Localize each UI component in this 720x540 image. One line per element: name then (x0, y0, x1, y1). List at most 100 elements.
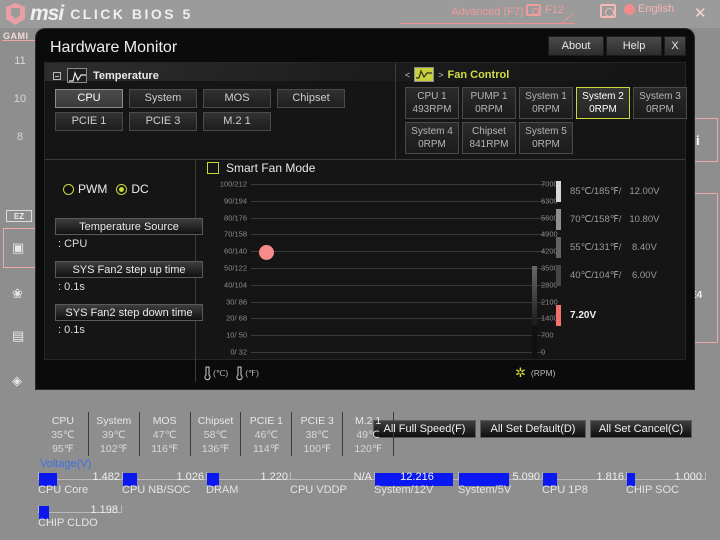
screenshot-label: F12 (545, 4, 564, 16)
dc-radio[interactable] (116, 183, 128, 195)
chart-y-left-tick: 60/140 (224, 246, 247, 256)
voltage-value: 1.000 (674, 471, 702, 483)
voltage-item-cpu-core[interactable]: 1.482 CPU Core (38, 470, 122, 496)
temp-tab-pcie1[interactable]: PCIE 1 (55, 112, 123, 131)
temp-f: 116℉ (151, 443, 179, 455)
fan-curve-point[interactable] (259, 245, 274, 260)
hardware-monitor-dialog: Hardware Monitor About Help X Temperatur… (36, 29, 694, 438)
thermometer-celsius-icon (203, 366, 211, 381)
voltage-item-chip-soc[interactable]: 1.000 CHIP SOC (626, 470, 710, 496)
temperature-source-button[interactable]: Temperature Source (55, 218, 203, 235)
smart-fan-label: Smart Fan Mode (226, 161, 316, 175)
voltage-item-dram[interactable]: 1.220 DRAM (206, 470, 290, 496)
sidebar-number-0: 11 (14, 55, 26, 67)
fan-name: System 1 (525, 91, 567, 102)
voltage-name: CPU Core (38, 484, 89, 496)
all-set-cancel-button[interactable]: All Set Cancel(C) (590, 420, 692, 438)
chart-y-left-tick: 80/176 (224, 213, 247, 223)
fan-button-system3[interactable]: System 3 0RPM (633, 87, 687, 119)
fan-blade-icon: ✲ (515, 365, 526, 380)
temp-f: 136℉ (201, 443, 230, 455)
temp-name: Chipset (197, 415, 234, 427)
fan-button-system2[interactable]: System 2 0RPM (576, 87, 630, 119)
bios-close-icon[interactable]: ✕ (694, 4, 707, 22)
fan-rpm: 0RPM (418, 139, 446, 150)
rpm-axis-legend: ✲ (RPM) (515, 366, 555, 379)
voltage-name: System/12V (374, 484, 434, 496)
temp-tab-cpu[interactable]: CPU (55, 89, 123, 108)
msi-brand: msi (30, 2, 64, 25)
fan-button-cpu1[interactable]: CPU 1 493RPM (405, 87, 459, 119)
sidebar-numbers: 11 10 8 (0, 55, 40, 143)
temp-tab-m21[interactable]: M.2 1 (203, 112, 271, 131)
sidebar-divider (2, 40, 38, 41)
all-set-default-button[interactable]: All Set Default(D) (480, 420, 586, 438)
smart-fan-checkbox[interactable] (207, 162, 219, 174)
language-selector[interactable]: English (624, 3, 674, 15)
chart-gridline (251, 285, 545, 286)
voltage-item-cpu-nb-soc[interactable]: 1.026 CPU NB/SOC (122, 470, 206, 496)
fan-button-chipset[interactable]: Chipset 841RPM (462, 122, 516, 154)
help-button[interactable]: Help (606, 36, 662, 56)
voltage-name: CPU VDDP (290, 484, 347, 496)
fan-name: Chipset (472, 126, 506, 137)
temperature-section-label: Temperature (93, 69, 159, 82)
step-down-time-button[interactable]: SYS Fan2 step down time (55, 304, 203, 321)
search-icon[interactable] (600, 4, 616, 18)
chart-gridline (251, 251, 545, 252)
voltage-value: 5.090 (512, 471, 540, 483)
ez-mode-button[interactable]: EZ (6, 210, 32, 222)
msi-brand-sub: CLICK BIOS 5 (70, 6, 193, 22)
chart-y-right-tick: 0 (541, 347, 546, 357)
fan-button-pump1[interactable]: PUMP 1 0RPM (462, 87, 516, 119)
voltage-value: 1.220 (260, 471, 288, 483)
fan-control-header: < > Fan Control (405, 67, 509, 82)
pwm-radio[interactable] (63, 183, 74, 195)
collapse-icon[interactable] (53, 71, 61, 80)
temp-tab-chipset[interactable]: Chipset (277, 89, 345, 108)
smart-fan-mode-row[interactable]: Smart Fan Mode (207, 161, 315, 175)
chart-gridline (251, 218, 545, 219)
legend-swatch (556, 237, 561, 258)
fan-control-label: Fan Control (447, 68, 510, 81)
voltage-item-chip-cldo[interactable]: 1.198 CHIP CLDO (38, 503, 122, 529)
temp-tab-mos[interactable]: MOS (203, 89, 271, 108)
language-label: English (638, 3, 675, 15)
fan-button-system1[interactable]: System 1 0RPM (519, 87, 573, 119)
close-button[interactable]: X (664, 36, 686, 56)
temp-tab-system[interactable]: System (129, 89, 197, 108)
voltage-item-system-12v[interactable]: 12.216 System/12V (374, 470, 458, 496)
step-up-time-button[interactable]: SYS Fan2 step up time (55, 261, 203, 278)
fan-name: CPU 1 (417, 91, 447, 102)
temp-f: 102℉ (100, 443, 128, 455)
voltage-item-system-5v[interactable]: 5.090 System/5V (458, 470, 542, 496)
screenshot-button[interactable]: F12 (526, 4, 564, 16)
fan-curve-chart[interactable]: 100/212 7000 90/194 6300 80/176 5600 70/158 490… (207, 180, 558, 359)
fan-button-system5[interactable]: System 5 0RPM (519, 122, 573, 154)
temps-tail-divider (393, 412, 394, 456)
chart-scroll-handle[interactable] (532, 266, 537, 326)
legend-item-3: 40℃/104℉/ 6.00V (556, 265, 657, 286)
about-button[interactable]: About (548, 36, 604, 56)
voltage-item-cpu-vddp[interactable]: N/A CPU VDDP (290, 470, 374, 496)
fan-name: System 3 (639, 91, 681, 102)
next-arrow-icon[interactable]: > (438, 70, 443, 80)
settings-icon: ◈ (12, 373, 22, 388)
temp-c: 39℃ (102, 429, 126, 441)
fan-mode-radio-group: PWM DC (63, 182, 149, 196)
voltage-item-cpu-1p8[interactable]: 1.816 CPU 1P8 (542, 470, 626, 496)
boot-icon: ▤ (12, 328, 25, 343)
prev-arrow-icon[interactable]: < (405, 70, 410, 80)
chart-y-left-tick: 50/122 (224, 263, 247, 273)
globe-icon (624, 3, 635, 15)
voltage-header: Voltage(V) (40, 458, 92, 470)
fan-button-system4[interactable]: System 4 0RPM (405, 122, 459, 154)
legend-item-0: 85℃/185℉/ 12.00V (556, 181, 659, 202)
legend-item-1: 70℃/158℉/ 10.80V (556, 209, 659, 230)
voltage-name: CHIP SOC (626, 484, 679, 496)
temp-tab-pcie3[interactable]: PCIE 3 (129, 112, 197, 131)
chart-gridline (251, 335, 545, 336)
monitor-icon: ▣ (12, 240, 25, 255)
chart-scroll-track[interactable] (532, 326, 537, 359)
info-icon: i (696, 133, 700, 148)
